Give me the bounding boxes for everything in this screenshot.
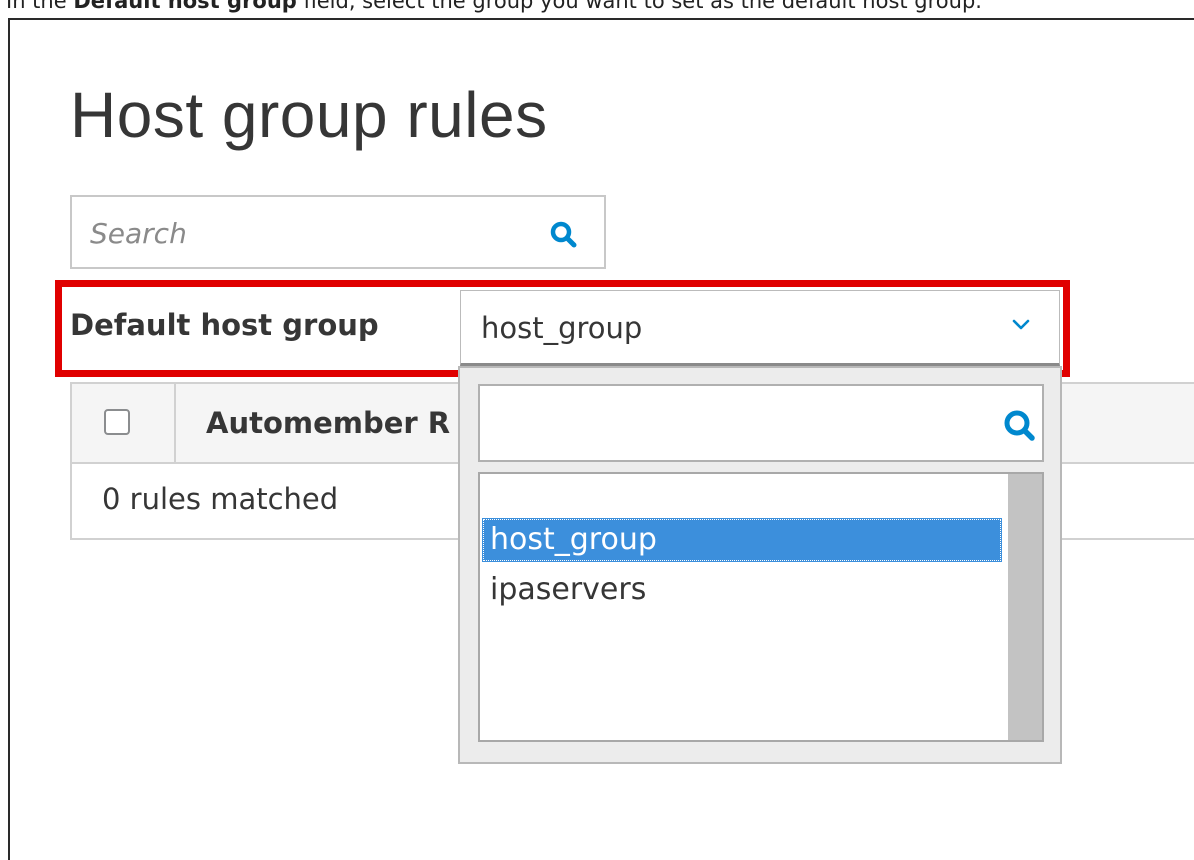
column-divider	[174, 384, 176, 464]
instruction-field-name: Default host group	[73, 0, 297, 13]
option-host-group[interactable]: host_group	[482, 518, 1002, 562]
dropdown-filter-field[interactable]	[478, 384, 1044, 462]
dropdown-options-list[interactable]: host_group ipaservers	[478, 472, 1044, 742]
search-icon	[1004, 410, 1035, 441]
dropdown-scrollbar[interactable]	[1008, 474, 1042, 740]
dropdown-search-button[interactable]	[998, 404, 1042, 448]
search-icon	[550, 221, 577, 248]
search-input[interactable]	[90, 215, 520, 251]
select-all-checkbox[interactable]	[104, 409, 130, 435]
host-group-dropdown: host_group ipaservers	[458, 366, 1062, 764]
instruction-suffix: field, select the group you want to set …	[296, 0, 982, 13]
default-host-group-select[interactable]: host_group	[460, 290, 1060, 366]
column-header-automember-rule[interactable]: Automember R	[206, 406, 450, 440]
page-title: Host group rules	[70, 79, 548, 151]
chevron-down-icon[interactable]	[1009, 315, 1033, 335]
default-host-group-label: Default host group	[70, 308, 379, 342]
option-ipaservers[interactable]: ipaservers	[482, 568, 1002, 612]
instruction-text: In the Default host group field, select …	[6, 0, 1194, 16]
instruction-prefix: In the	[6, 0, 74, 13]
selected-value: host_group	[481, 311, 643, 345]
search-button[interactable]	[544, 215, 584, 255]
search-box[interactable]	[70, 195, 606, 269]
rules-matched-status: 0 rules matched	[102, 482, 339, 516]
